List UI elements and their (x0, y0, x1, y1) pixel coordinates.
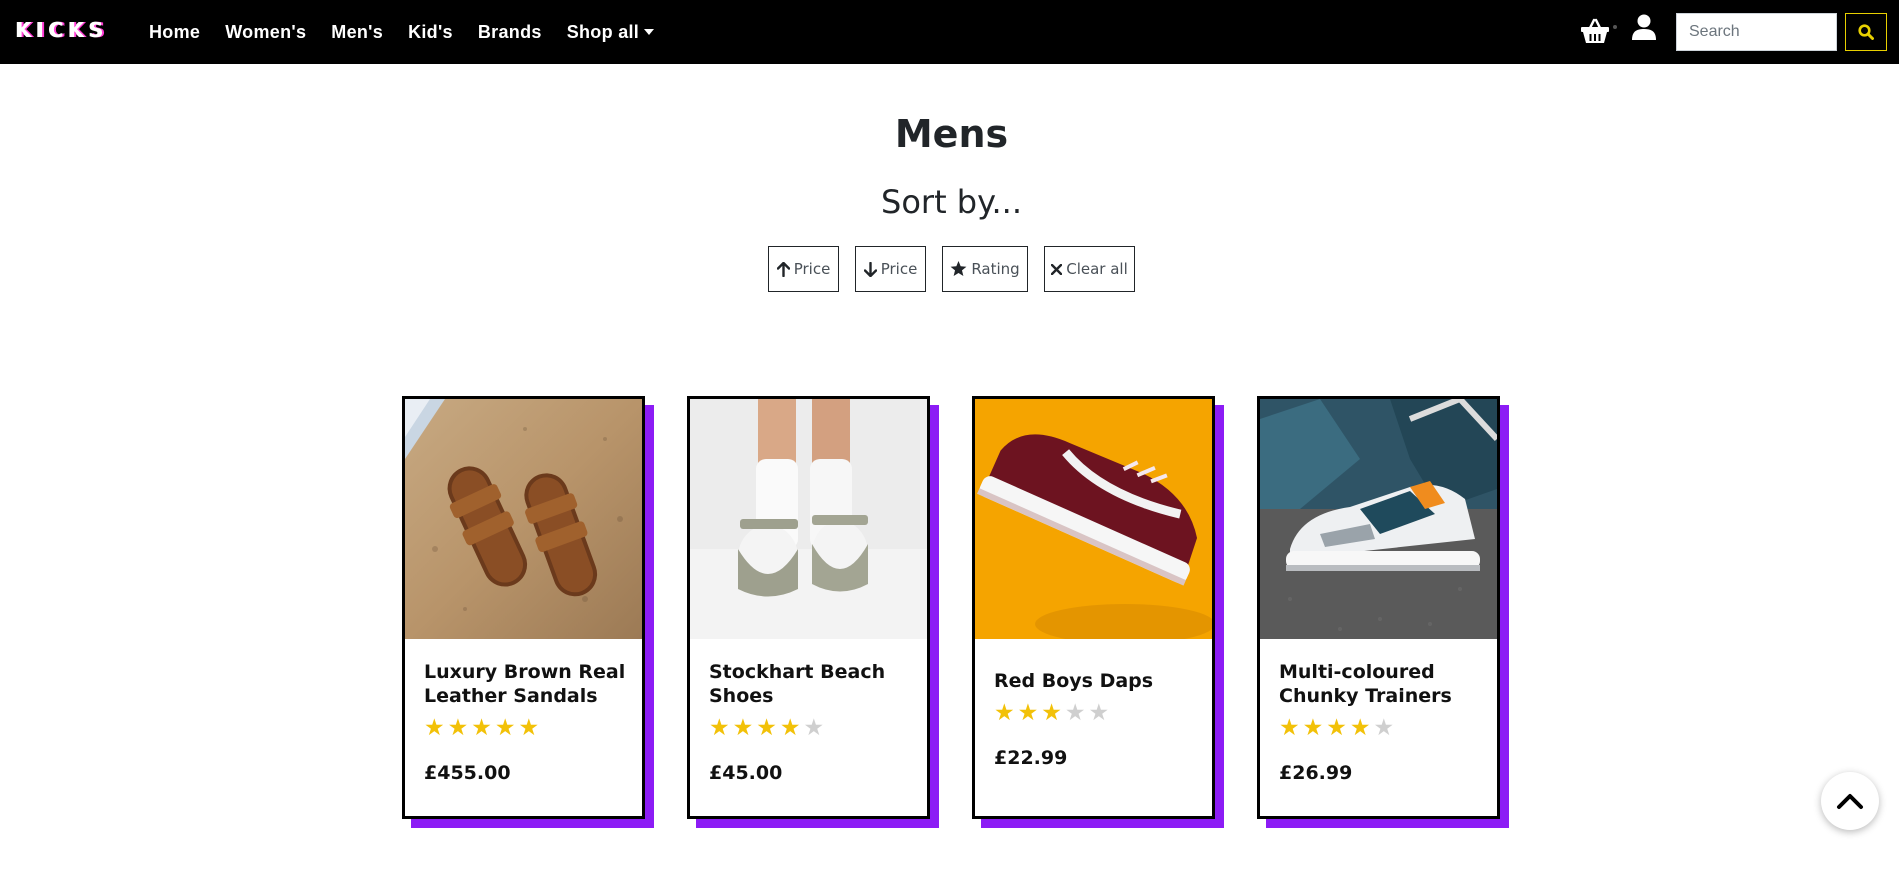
product-price: £26.99 (1279, 762, 1353, 784)
star-icon (950, 261, 967, 277)
product-name[interactable]: Multi-coloured Chunky Trainers (1279, 660, 1484, 708)
product-price: £45.00 (709, 762, 783, 784)
arrow-up-icon (776, 261, 790, 277)
product-price: £22.99 (994, 747, 1068, 769)
product-name[interactable]: Stockhart Beach Shoes (709, 660, 914, 708)
nav-link-mens[interactable]: Men's (331, 22, 383, 43)
product-image-graphic (1260, 399, 1497, 639)
sort-price-ascending-label: Price (793, 260, 831, 278)
product-card[interactable]: Luxury Brown Real Leather Sandals ★ ★ ★ … (402, 396, 645, 819)
caret-down-icon (644, 29, 655, 35)
nav-link-shop-all-label: Shop all (566, 21, 640, 42)
product-image-red-daps[interactable] (975, 399, 1212, 639)
star-filled-icon: ★ (732, 715, 754, 741)
nav-link-kids[interactable]: Kid's (408, 22, 453, 43)
search-input[interactable] (1676, 13, 1837, 51)
basket-icon[interactable] (1581, 18, 1609, 44)
sort-price-descending-label: Price (880, 260, 918, 278)
star-filled-icon: ★ (1326, 715, 1347, 741)
product-image-chunky-trainers[interactable] (1260, 399, 1497, 639)
navbar: KICKS Home Women's Men's Kid's Brands Sh… (0, 0, 1899, 64)
nav-links: Home Women's Men's Kid's Brands Shop all (149, 0, 679, 64)
star-filled-icon: ★ (1017, 700, 1039, 726)
nav-link-shop-all[interactable]: Shop all (566, 21, 655, 43)
page-title: Mens (894, 112, 1009, 156)
search-button[interactable] (1845, 13, 1887, 51)
star-filled-icon: ★ (424, 715, 445, 741)
star-filled-icon: ★ (1279, 715, 1300, 741)
star-rating: ★ ★ ★ ★ ★ (994, 701, 1199, 725)
clear-all-button[interactable]: Clear all (1044, 246, 1135, 292)
product-card-body: Luxury Brown Real Leather Sandals ★ ★ ★ … (424, 660, 629, 784)
sort-price-ascending-button[interactable]: Price (768, 246, 839, 292)
product-image-graphic (690, 399, 927, 639)
product-card-body: Red Boys Daps ★ ★ ★ ★ ★ £22.99 (994, 669, 1199, 769)
star-filled-icon: ★ (756, 715, 777, 741)
star-empty-icon: ★ (1088, 700, 1110, 726)
star-filled-icon: ★ (1302, 715, 1324, 741)
product-card[interactable]: Red Boys Daps ★ ★ ★ ★ ★ £22.99 (972, 396, 1215, 819)
search-icon (1858, 24, 1874, 40)
sort-rating-button[interactable]: Rating (942, 246, 1028, 292)
star-empty-icon: ★ (803, 715, 825, 741)
back-to-top-button[interactable] (1821, 772, 1879, 830)
sort-heading: Sort by... (881, 183, 1022, 221)
arrow-down-icon (863, 261, 877, 277)
product-name[interactable]: Red Boys Daps (994, 669, 1199, 693)
star-filled-icon: ★ (447, 715, 469, 741)
product-image-beach-shoes[interactable] (690, 399, 927, 639)
star-rating: ★ ★ ★ ★ ★ (709, 716, 914, 740)
chevron-up-icon (1837, 794, 1863, 809)
user-icon[interactable] (1632, 14, 1656, 40)
product-name[interactable]: Luxury Brown Real Leather Sandals (424, 660, 629, 708)
sort-price-descending-button[interactable]: Price (855, 246, 926, 292)
nav-link-brands[interactable]: Brands (478, 22, 542, 43)
star-filled-icon: ★ (518, 715, 540, 741)
nav-link-home[interactable]: Home (149, 22, 200, 43)
star-filled-icon: ★ (709, 715, 730, 741)
product-card[interactable]: Multi-coloured Chunky Trainers ★ ★ ★ ★ ★… (1257, 396, 1500, 819)
star-rating: ★ ★ ★ ★ ★ (1279, 716, 1484, 740)
product-card[interactable]: Stockhart Beach Shoes ★ ★ ★ ★ ★ £45.00 (687, 396, 930, 819)
star-filled-icon: ★ (1349, 715, 1371, 741)
star-rating: ★ ★ ★ ★ ★ (424, 716, 629, 740)
product-card-body: Stockhart Beach Shoes ★ ★ ★ ★ ★ £45.00 (709, 660, 914, 784)
star-filled-icon: ★ (494, 715, 516, 741)
star-filled-icon: ★ (1041, 700, 1062, 726)
product-price: £455.00 (424, 762, 511, 784)
star-empty-icon: ★ (1064, 700, 1086, 726)
star-filled-icon: ★ (779, 715, 801, 741)
basket-count-dot (1613, 25, 1617, 29)
star-filled-icon: ★ (994, 700, 1015, 726)
product-image-graphic (975, 399, 1212, 639)
nav-link-womens[interactable]: Women's (225, 22, 306, 43)
star-filled-icon: ★ (471, 715, 492, 741)
brand-logo[interactable]: KICKS (16, 18, 109, 42)
clear-all-label: Clear all (1066, 260, 1128, 278)
close-icon (1051, 263, 1063, 275)
sort-rating-label: Rating (971, 260, 1020, 278)
product-image-graphic (405, 399, 642, 639)
star-empty-icon: ★ (1373, 715, 1395, 741)
product-image-brown-sandals[interactable] (405, 399, 642, 639)
product-card-body: Multi-coloured Chunky Trainers ★ ★ ★ ★ ★… (1279, 660, 1484, 784)
